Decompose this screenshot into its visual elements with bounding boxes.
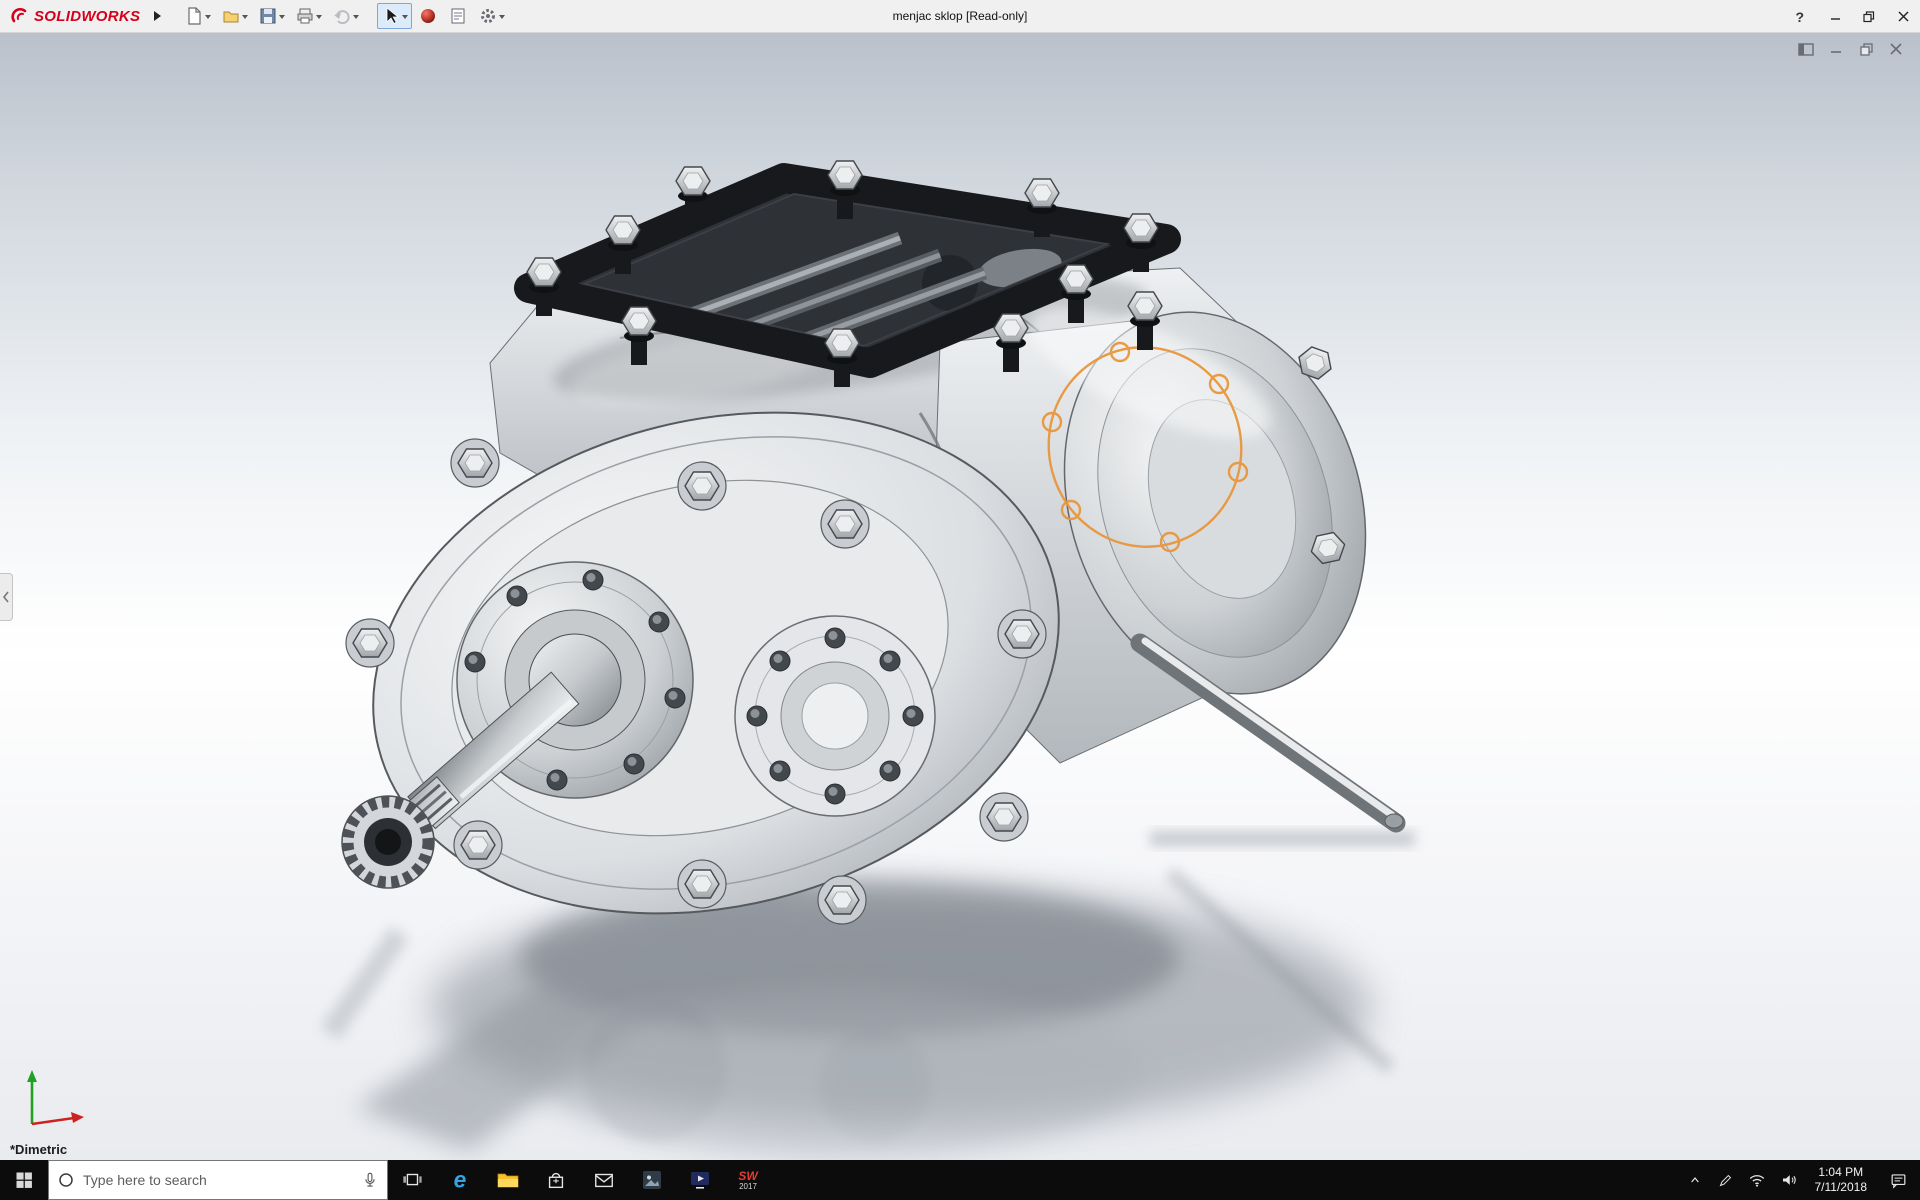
caret-up-icon: [1687, 1172, 1703, 1188]
network-wifi-icon: [1748, 1171, 1766, 1189]
appearance-button[interactable]: [414, 3, 442, 29]
feature-panel-collapse-tab[interactable]: [0, 573, 13, 621]
solidworks-app-button[interactable]: SW 2017: [724, 1160, 772, 1200]
file-explorer-icon: [496, 1168, 520, 1192]
window-caption-buttons: ?: [1781, 0, 1920, 33]
solidworks-window: SOLIDWORKS: [0, 0, 1920, 1200]
file-properties-icon: [448, 6, 468, 26]
start-button[interactable]: [0, 1160, 48, 1200]
spline-coupler[interactable]: [342, 796, 434, 888]
ds-swirl-icon: [10, 6, 30, 26]
menu-expand-arrow-icon[interactable]: [154, 11, 166, 21]
microphone-icon[interactable]: [361, 1171, 379, 1189]
appearance-sphere-icon: [418, 6, 438, 26]
search-input[interactable]: [83, 1172, 353, 1188]
pane-icon: [1798, 43, 1814, 56]
solidworks-logo: SOLIDWORKS: [0, 6, 148, 26]
restore-icon: [1860, 43, 1873, 56]
solidworks-app-year: 2017: [739, 1183, 757, 1191]
chevron-left-icon: [2, 591, 10, 603]
edge-icon: e: [447, 1167, 473, 1193]
document-window-controls: [1796, 41, 1906, 57]
orientation-triad: [16, 1060, 94, 1138]
cortana-icon: [57, 1171, 75, 1189]
restore-button[interactable]: [1852, 0, 1886, 33]
dropdown-caret-icon[interactable]: [316, 15, 322, 22]
mail-icon: [593, 1169, 615, 1191]
new-document-button[interactable]: [180, 3, 215, 29]
close-button[interactable]: [1886, 0, 1920, 33]
volume-button[interactable]: [1773, 1160, 1805, 1200]
clock-time: 1:04 PM: [1818, 1165, 1863, 1180]
undo-button[interactable]: [328, 3, 363, 29]
save-button[interactable]: [254, 3, 289, 29]
film-tv-button[interactable]: [676, 1160, 724, 1200]
document-close-button[interactable]: [1886, 41, 1906, 57]
print-icon: [295, 6, 315, 26]
taskbar-search[interactable]: [48, 1160, 388, 1200]
action-center-button[interactable]: [1877, 1160, 1920, 1200]
film-tv-icon: [688, 1168, 712, 1192]
taskbar-clock[interactable]: 1:04 PM 7/11/2018: [1805, 1160, 1878, 1200]
bearing-cover[interactable]: [735, 616, 935, 816]
minimize-icon: [1830, 11, 1841, 22]
help-button[interactable]: ?: [1781, 0, 1818, 33]
document-restore-button[interactable]: [1856, 41, 1876, 57]
store-bag-icon: [545, 1169, 567, 1191]
dropdown-caret-icon[interactable]: [242, 15, 248, 22]
save-floppy-icon: [258, 6, 278, 26]
gearbox-model[interactable]: [320, 161, 1414, 983]
mail-button[interactable]: [580, 1160, 628, 1200]
action-center-icon: [1889, 1171, 1908, 1190]
solidworks-app-label: SW: [738, 1170, 757, 1182]
photos-icon: [640, 1168, 664, 1192]
volume-icon: [1780, 1171, 1798, 1189]
print-button[interactable]: [291, 3, 326, 29]
new-document-icon: [184, 6, 204, 26]
minimize-icon: [1830, 43, 1842, 55]
dropdown-caret-icon[interactable]: [499, 15, 505, 22]
restore-icon: [1863, 11, 1875, 23]
dropdown-caret-icon[interactable]: [205, 15, 211, 22]
open-button[interactable]: [217, 3, 252, 29]
system-tray: 1:04 PM 7/11/2018: [1680, 1160, 1920, 1200]
undo-icon: [332, 6, 352, 26]
dropdown-caret-icon[interactable]: [279, 15, 285, 22]
pane-toggle-button[interactable]: [1796, 41, 1816, 57]
file-properties-button[interactable]: [444, 3, 472, 29]
graphics-viewport[interactable]: *Dimetric: [0, 33, 1920, 1160]
dropdown-caret-icon[interactable]: [353, 15, 359, 22]
pen-settings-button[interactable]: [1710, 1160, 1741, 1200]
file-explorer-button[interactable]: [484, 1160, 532, 1200]
close-icon: [1890, 43, 1902, 55]
store-button[interactable]: [532, 1160, 580, 1200]
clock-date: 7/11/2018: [1815, 1180, 1868, 1195]
task-view-button[interactable]: [388, 1160, 436, 1200]
taskbar: e: [0, 1160, 1920, 1200]
pen-icon: [1717, 1172, 1734, 1189]
svg-text:e: e: [454, 1167, 467, 1193]
edge-button[interactable]: e: [436, 1160, 484, 1200]
titlebar: SOLIDWORKS: [0, 0, 1920, 33]
network-button[interactable]: [1741, 1160, 1773, 1200]
options-gear-icon: [478, 6, 498, 26]
open-folder-icon: [221, 6, 241, 26]
photos-button[interactable]: [628, 1160, 676, 1200]
quick-access-toolbar: [180, 3, 509, 29]
view-orientation-label: *Dimetric: [10, 1142, 67, 1157]
close-icon: [1898, 11, 1909, 22]
document-minimize-button[interactable]: [1826, 41, 1846, 57]
brand-name: SOLIDWORKS: [34, 8, 140, 25]
task-view-icon: [401, 1169, 423, 1191]
windows-logo-icon: [14, 1170, 34, 1190]
dropdown-caret-icon[interactable]: [402, 15, 408, 22]
select-tool-button[interactable]: [377, 3, 412, 29]
options-button[interactable]: [474, 3, 509, 29]
select-arrow-icon: [381, 6, 401, 26]
3d-model-gearbox[interactable]: [0, 33, 1920, 1160]
hidden-icons-button[interactable]: [1680, 1160, 1710, 1200]
minimize-button[interactable]: [1818, 0, 1852, 33]
